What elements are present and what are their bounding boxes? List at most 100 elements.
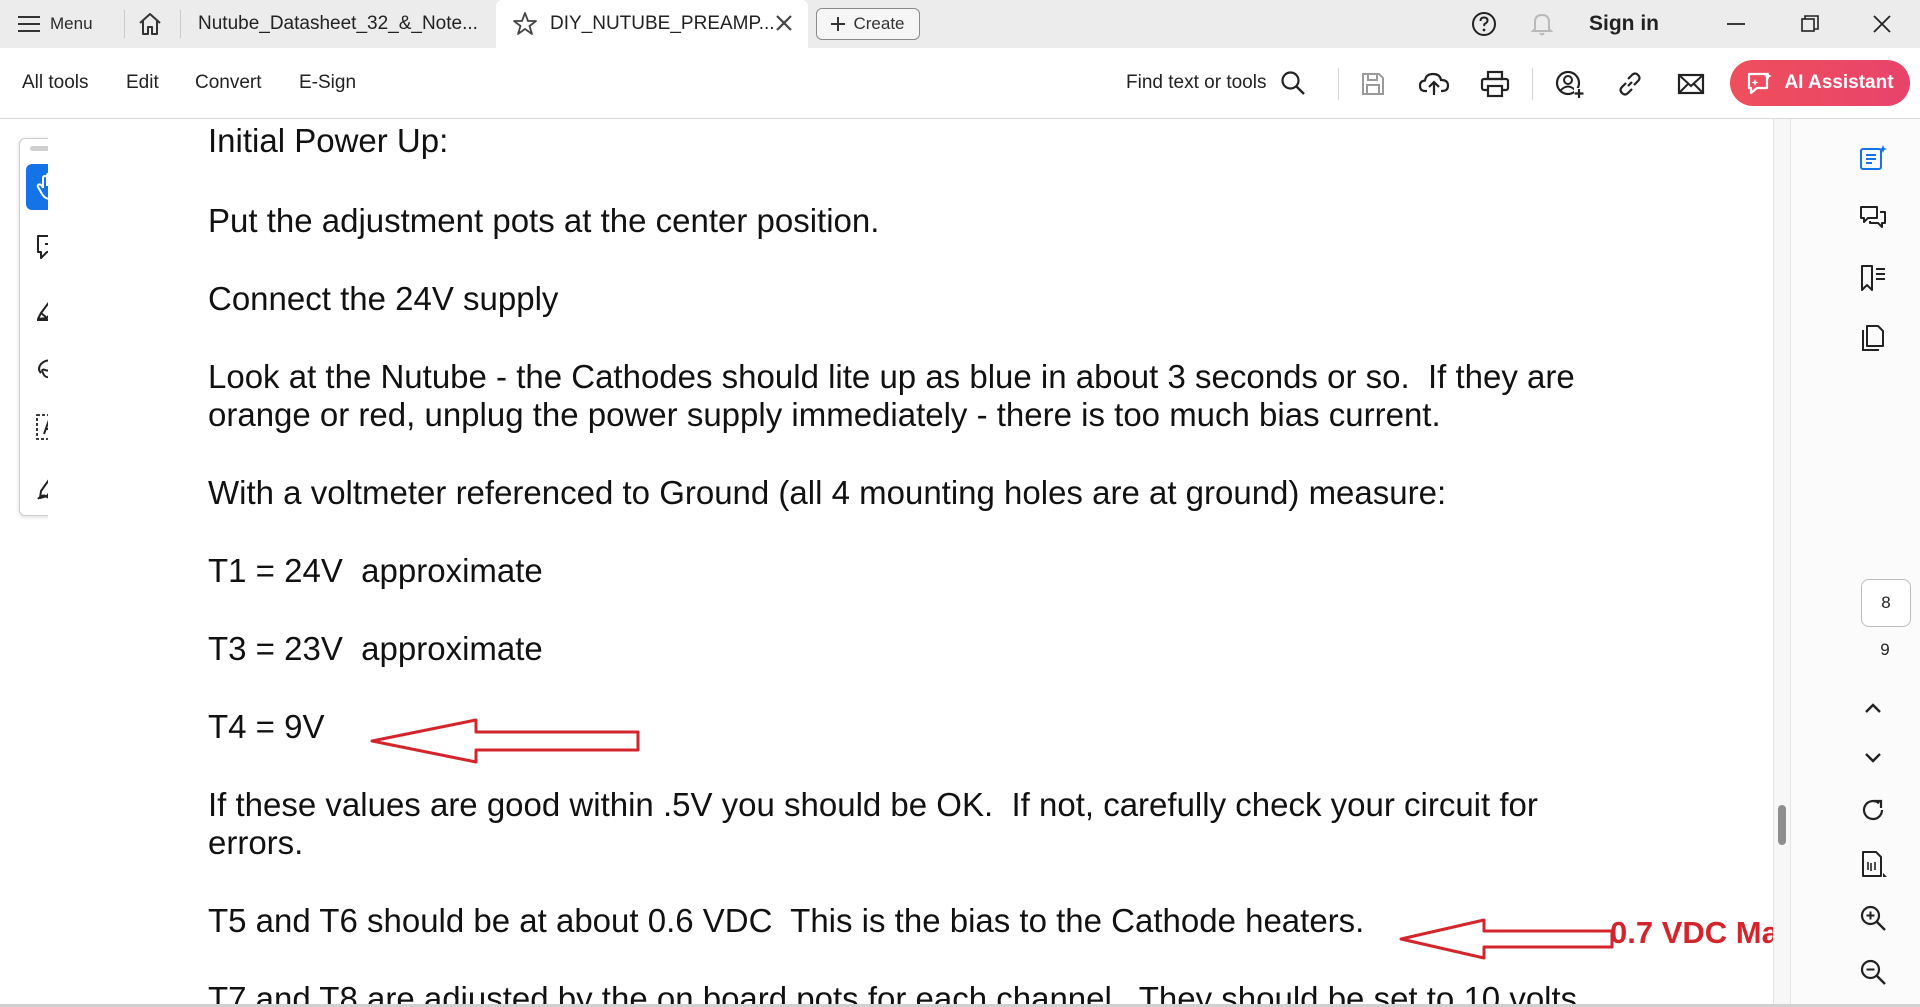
paragraph: If these values are good within .5V you …: [208, 786, 1538, 823]
refresh-button[interactable]: [1855, 792, 1891, 828]
tab-label: Edit: [126, 72, 159, 93]
zoom-out-icon: [1860, 959, 1886, 985]
tab-label: E-Sign: [299, 72, 357, 93]
comments-icon: [1860, 206, 1886, 228]
main-toolbar: All tools Edit Convert E-Sign Find text …: [0, 48, 1920, 119]
close-window-button[interactable]: [1862, 0, 1902, 48]
next-page-button[interactable]: [1855, 740, 1891, 776]
link-icon: [1619, 72, 1641, 96]
sign-in-button[interactable]: Sign in: [1584, 0, 1664, 48]
paragraph: T5 and T6 should be at about 0.6 VDC Thi…: [208, 902, 1365, 939]
refresh-icon: [1862, 799, 1884, 821]
home-button[interactable]: [134, 10, 166, 38]
chevron-down-icon: [1865, 753, 1881, 763]
total-pages: 9: [1861, 635, 1909, 665]
minimize-icon: [1727, 23, 1745, 25]
print-button[interactable]: [1478, 67, 1512, 101]
copy-pages-icon: [1862, 325, 1884, 351]
document-page: Initial Power Up: Put the adjustment pot…: [48, 119, 1774, 1007]
paragraph: orange or red, unplug the power supply i…: [208, 396, 1441, 433]
ai-assistant-button[interactable]: AI Assistant: [1730, 60, 1910, 106]
paragraph: errors.: [208, 824, 304, 861]
print-icon: [1480, 70, 1510, 98]
menu-button[interactable]: Menu: [18, 0, 93, 48]
chevron-up-icon: [1865, 703, 1881, 713]
email-button[interactable]: [1674, 67, 1708, 101]
paragraph: Put the adjustment pots at the center po…: [208, 202, 880, 239]
current-page-input[interactable]: 8: [1861, 579, 1911, 627]
divider: [1532, 68, 1533, 100]
divider: [1338, 68, 1339, 100]
tab-label: Nutube_Datasheet_32_&_Note...: [198, 13, 478, 34]
paragraph: Connect the 24V supply: [208, 280, 559, 317]
restore-icon: [1801, 15, 1819, 32]
section-heading: Initial Power Up:: [208, 122, 449, 159]
home-icon: [139, 13, 161, 35]
current-page-number: 8: [1881, 593, 1891, 612]
plus-icon: [831, 17, 846, 31]
zoom-in-button[interactable]: [1855, 900, 1891, 936]
create-button[interactable]: Create: [816, 8, 920, 40]
measurement-line: T1 = 24V approximate: [208, 552, 543, 589]
email-icon: [1677, 73, 1705, 95]
tab-diy-nutube-preamp[interactable]: DIY_NUTUBE_PREAMP...: [496, 0, 808, 48]
pages-panel-button[interactable]: [1855, 320, 1891, 356]
close-tab-icon[interactable]: [774, 13, 794, 33]
paragraph: Look at the Nutube - the Cathodes should…: [208, 358, 1575, 395]
title-bar: Menu Nutube_Datasheet_32_&_Note... DIY_N…: [0, 0, 1920, 48]
divider: [124, 10, 125, 38]
divider: [180, 10, 181, 38]
paragraph: With a voltmeter referenced to Ground (a…: [208, 474, 1447, 511]
save-icon: [1362, 73, 1384, 95]
copy-link-button[interactable]: [1613, 67, 1647, 101]
document-ai-icon: [1860, 145, 1887, 170]
all-tools-panel-button[interactable]: [1855, 140, 1891, 176]
ai-assistant-label: AI Assistant: [1784, 72, 1894, 93]
cloud-upload-icon: [1418, 72, 1450, 95]
minimize-button[interactable]: [1716, 0, 1756, 48]
tab-all-tools[interactable]: All tools: [22, 48, 89, 118]
vertical-scrollbar[interactable]: [1773, 119, 1790, 1007]
sign-in-label: Sign in: [1589, 12, 1659, 35]
hamburger-icon: [18, 16, 40, 32]
zoom-in-icon: [1860, 905, 1886, 931]
paragraph: T7 and T8 are adjusted by the on board p…: [208, 980, 1578, 1007]
save-button[interactable]: [1356, 67, 1390, 101]
help-button[interactable]: [1466, 0, 1502, 48]
measurement-line: T4 = 9V: [208, 708, 325, 745]
tab-edit[interactable]: Edit: [126, 48, 159, 118]
scrollbar-thumb[interactable]: [1778, 805, 1786, 845]
bookmarks-panel-button[interactable]: [1855, 260, 1891, 296]
help-icon: [1472, 12, 1496, 36]
red-arrow-annotation: [370, 718, 640, 764]
actual-size-button[interactable]: [1855, 846, 1891, 882]
red-arrow-annotation: [1399, 918, 1614, 960]
upload-button[interactable]: [1417, 67, 1451, 101]
comments-panel-button[interactable]: [1855, 200, 1891, 236]
total-pages-number: 9: [1880, 640, 1890, 659]
fit-page-icon: [1862, 851, 1887, 877]
notifications-button[interactable]: [1524, 0, 1560, 48]
tab-convert[interactable]: Convert: [195, 48, 262, 118]
tab-e-sign[interactable]: E-Sign: [299, 48, 356, 118]
ai-assistant-icon: [1748, 72, 1773, 95]
search-icon: [1281, 71, 1306, 95]
menu-label: Menu: [50, 14, 93, 33]
share-with-people-button[interactable]: [1552, 67, 1586, 101]
add-person-icon: [1555, 70, 1584, 98]
right-rail: 8 9: [1790, 119, 1920, 1007]
find-label: Find text or tools: [1126, 72, 1267, 93]
bookmark-icon: [1861, 265, 1885, 291]
tab-label: Convert: [195, 72, 262, 93]
create-label: Create: [853, 14, 905, 33]
tab-label: All tools: [22, 72, 89, 93]
zoom-out-button[interactable]: [1855, 954, 1891, 990]
tab-label: DIY_NUTUBE_PREAMP...: [550, 13, 775, 34]
tab-datasheet[interactable]: Nutube_Datasheet_32_&_Note...: [198, 0, 488, 48]
find-tools-search[interactable]: Find text or tools: [1126, 48, 1306, 118]
previous-page-button[interactable]: [1855, 690, 1891, 726]
star-icon[interactable]: [512, 11, 538, 37]
bell-icon: [1530, 13, 1554, 36]
restore-button[interactable]: [1790, 0, 1830, 48]
close-icon: [1873, 15, 1891, 33]
